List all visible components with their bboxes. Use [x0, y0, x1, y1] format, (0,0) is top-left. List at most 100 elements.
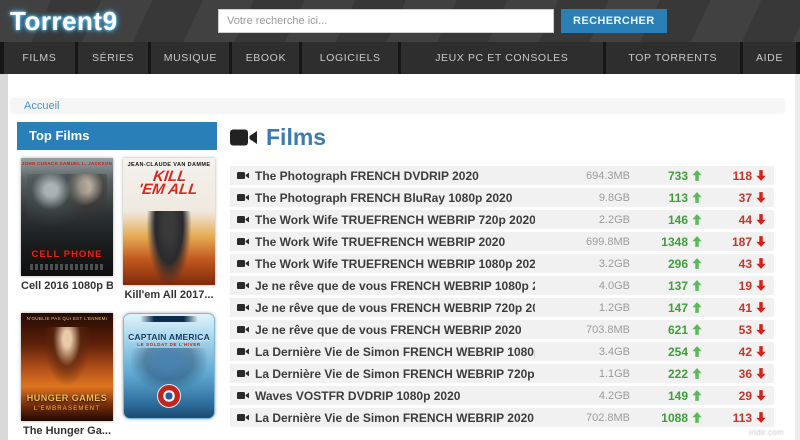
torrent-size: 2.2GB	[598, 213, 630, 226]
poster-caption[interactable]: The Hunger Ga...	[21, 425, 113, 437]
torrent-seeders: 296	[630, 257, 702, 271]
torrent-leechers: 41	[702, 301, 766, 315]
nav-item-ebook[interactable]: EBOOK	[232, 42, 300, 74]
bluray-band	[140, 316, 198, 322]
torrent-row[interactable]: Waves VOSTFR DVDRIP 1080p 2020 4.2GB 149…	[230, 386, 774, 405]
poster-item-captain-america[interactable]: CAPTAIN AMERICA LE SOLDAT DE L'HIVER	[123, 313, 215, 437]
video-camera-icon	[237, 215, 249, 224]
arrow-down-icon	[756, 280, 766, 291]
search-input[interactable]	[218, 9, 554, 33]
movie-poster-killem-all[interactable]: JEAN-CLAUDE VAN DAMME KILL 'EM ALL	[123, 158, 215, 285]
sidebar-title: Top Films	[17, 122, 217, 150]
poster-grid: JOHN CUSACK SAMUEL L. JACKSON CELL PHONE…	[17, 150, 217, 437]
scrollbar-track[interactable]	[795, 74, 800, 440]
video-camera-icon	[237, 171, 249, 180]
nav-item-musique[interactable]: MUSIQUE	[151, 42, 230, 74]
torrent-row[interactable]: Je ne rêve que de vous FRENCH WEBRIP 202…	[230, 320, 774, 339]
torrent-row[interactable]: The Work Wife TRUEFRENCH WEBRIP 720p 202…	[230, 210, 774, 229]
nav-item-top-torrents[interactable]: TOP TORRENTS	[605, 42, 740, 74]
content: Top Films JOHN CUSACK SAMUEL L. JACKSON …	[17, 122, 774, 437]
torrent-row[interactable]: The Work Wife TRUEFRENCH WEBRIP 2020 699…	[230, 232, 774, 251]
page-title: Films	[266, 124, 327, 150]
video-camera-icon	[237, 303, 249, 312]
torrent-seeders: 149	[630, 389, 702, 403]
sidebar-top-films: Top Films JOHN CUSACK SAMUEL L. JACKSON …	[17, 122, 217, 437]
nav-item-aide[interactable]: AIDE	[742, 42, 796, 74]
torrent-size: 3.2GB	[598, 257, 630, 270]
arrow-down-icon	[756, 214, 766, 225]
torrent-seeders: 1348	[630, 235, 702, 249]
video-camera-icon	[237, 281, 249, 290]
torrent-size: 4.0GB	[598, 279, 630, 292]
torrent-seeders: 621	[630, 323, 702, 337]
arrow-down-icon	[756, 192, 766, 203]
arrow-down-icon	[756, 368, 766, 379]
torrent-title-link[interactable]: The Work Wife TRUEFRENCH WEBRIP 1080p 20…	[255, 257, 535, 271]
torrent-row[interactable]: La Dernière Vie de Simon FRENCH WEBRIP 1…	[230, 342, 774, 361]
torrent-title-link[interactable]: Je ne rêve que de vous FRENCH WEBRIP 108…	[255, 279, 535, 293]
movie-poster-hunger-games[interactable]: N'OUBLIE PAS QUI EST L'ENNEMI HUNGER GAM…	[21, 313, 113, 421]
torrent-row[interactable]: La Dernière Vie de Simon FRENCH WEBRIP 7…	[230, 364, 774, 383]
arrow-up-icon	[692, 324, 702, 335]
arrow-down-icon	[756, 302, 766, 313]
torrent-row[interactable]: Je ne rêve que de vous FRENCH WEBRIP 108…	[230, 276, 774, 295]
torrent-title-link[interactable]: Waves VOSTFR DVDRIP 1080p 2020	[255, 389, 535, 403]
torrent9-page: Torrent9 RECHERCHER FILMSSÉRIESMUSIQUEEB…	[0, 0, 800, 440]
nav-item-logiciels[interactable]: LOGICIELS	[302, 42, 398, 74]
poster-subtitle-text: LE SOLDAT DE L'HIVER	[137, 342, 201, 347]
torrent-size: 9.8GB	[598, 191, 630, 204]
torrent-title-link[interactable]: La Dernière Vie de Simon FRENCH WEBRIP 2…	[255, 411, 535, 425]
arrow-up-icon	[692, 280, 702, 291]
torrent-list: The Photograph FRENCH DVDRIP 2020 694.3M…	[230, 166, 774, 427]
arrow-down-icon	[756, 412, 766, 423]
torrent-row[interactable]: Je ne rêve que de vous FRENCH WEBRIP 720…	[230, 298, 774, 317]
torrent-size: 3.4GB	[598, 345, 630, 358]
torrent-row[interactable]: La Dernière Vie de Simon FRENCH WEBRIP 2…	[230, 408, 774, 427]
section-header: Films	[230, 124, 774, 151]
torrent-title-link[interactable]: Je ne rêve que de vous FRENCH WEBRIP 202…	[255, 323, 535, 337]
torrent-title-link[interactable]: The Photograph FRENCH DVDRIP 2020	[255, 169, 535, 183]
nav-item-jeux-pc-et-consoles[interactable]: JEUX PC ET CONSOLES	[400, 42, 603, 74]
poster-item-cell[interactable]: JOHN CUSACK SAMUEL L. JACKSON CELL PHONE…	[21, 158, 113, 301]
torrent-row[interactable]: The Photograph FRENCH BluRay 1080p 2020 …	[230, 188, 774, 207]
torrent-row[interactable]: The Photograph FRENCH DVDRIP 2020 694.3M…	[230, 166, 774, 185]
torrent-seeders: 137	[630, 279, 702, 293]
poster-caption[interactable]: Kill'em All 2017...	[123, 289, 215, 301]
poster-credits-block	[30, 264, 104, 270]
torrent-leechers: 37	[702, 191, 766, 205]
torrent-title-link[interactable]: La Dernière Vie de Simon FRENCH WEBRIP 1…	[255, 345, 535, 359]
poster-tagline-text: N'OUBLIE PAS QUI EST L'ENNEMI	[26, 316, 108, 321]
torrent-title-link[interactable]: The Photograph FRENCH BluRay 1080p 2020	[255, 191, 535, 205]
torrent-row[interactable]: The Work Wife TRUEFRENCH WEBRIP 1080p 20…	[230, 254, 774, 273]
torrent-title-link[interactable]: Je ne rêve que de vous FRENCH WEBRIP 720…	[255, 301, 535, 315]
torrent-seeders: 222	[630, 367, 702, 381]
arrow-up-icon	[692, 170, 702, 181]
torrent-seeders: 1088	[630, 411, 702, 425]
arrow-up-icon	[692, 412, 702, 423]
poster-actors-text: JOHN CUSACK SAMUEL L. JACKSON	[21, 161, 113, 166]
torrent-leechers: 19	[702, 279, 766, 293]
nav-item-films[interactable]: FILMS	[4, 42, 75, 74]
navbar: FILMS SÉRIES MUSIQUE EBOOK LOGICIELS JEUX PC …	[0, 42, 800, 74]
arrow-down-icon	[756, 324, 766, 335]
poster-subtitle-text: L'EMBRASEMENT	[33, 406, 101, 412]
movie-poster-cell-phone[interactable]: JOHN CUSACK SAMUEL L. JACKSON CELL PHONE	[21, 158, 113, 276]
search-button[interactable]: RECHERCHER	[561, 9, 667, 33]
poster-caption[interactable]: Cell 2016 1080p BluRay...	[21, 280, 113, 292]
poster-artwork	[27, 174, 107, 232]
poster-item-killem-all[interactable]: JEAN-CLAUDE VAN DAMME KILL 'EM ALL Kill'…	[123, 158, 215, 301]
arrow-up-icon	[692, 368, 702, 379]
arrow-up-icon	[692, 192, 702, 203]
movie-poster-captain-america[interactable]: CAPTAIN AMERICA LE SOLDAT DE L'HIVER	[123, 313, 215, 419]
breadcrumb-home-link[interactable]: Accueil	[24, 100, 59, 112]
poster-item-hunger-games[interactable]: N'OUBLIE PAS QUI EST L'ENNEMI HUNGER GAM…	[21, 313, 113, 437]
arrow-down-icon	[756, 170, 766, 181]
torrent-title-link[interactable]: La Dernière Vie de Simon FRENCH WEBRIP 7…	[255, 367, 535, 381]
nav-item-s-ries[interactable]: SÉRIES	[77, 42, 149, 74]
torrent-title-link[interactable]: The Work Wife TRUEFRENCH WEBRIP 2020	[255, 235, 535, 249]
shield-icon	[157, 384, 181, 408]
poster-artwork	[43, 327, 91, 388]
torrent-title-link[interactable]: The Work Wife TRUEFRENCH WEBRIP 720p 202…	[255, 213, 535, 227]
site-logo[interactable]: Torrent9	[10, 6, 118, 37]
video-camera-icon	[237, 413, 249, 422]
